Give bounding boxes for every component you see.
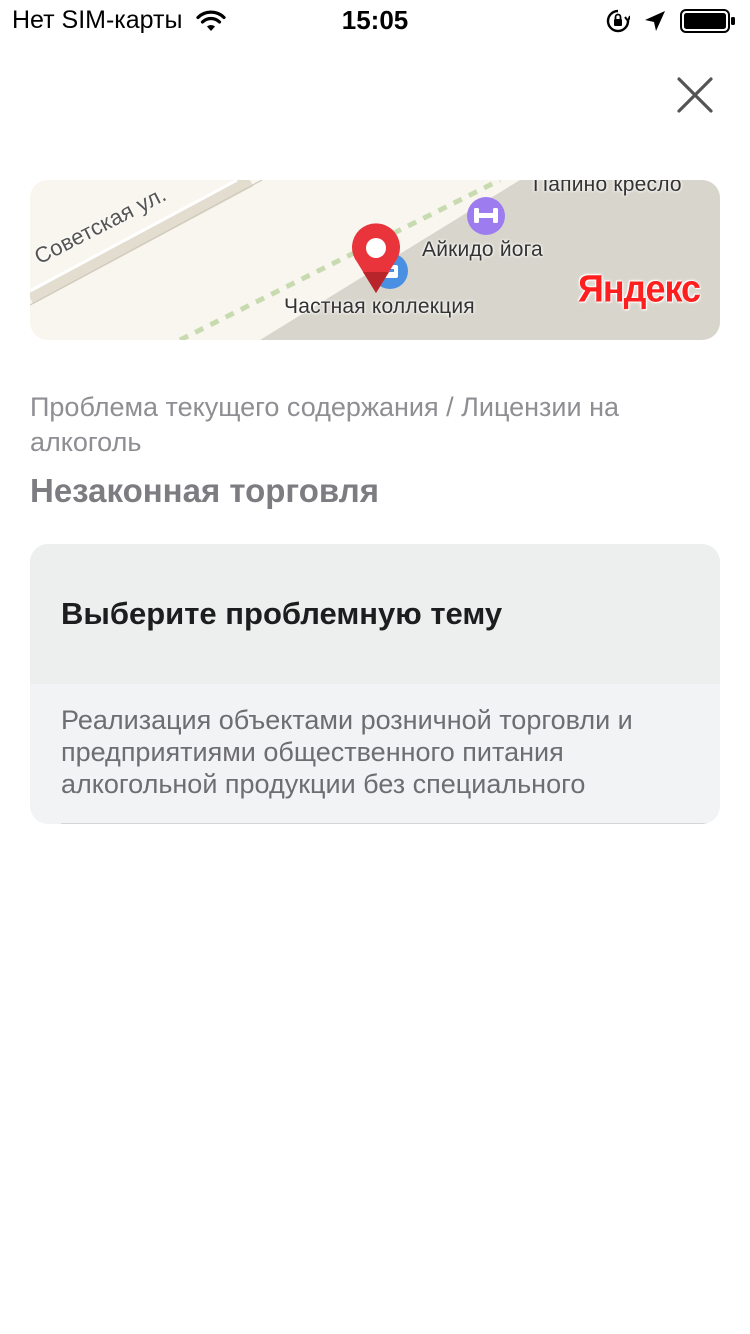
status-bar: Нет SIM-карты 15:05 [0, 0, 750, 40]
page-title: Незаконная торговля [30, 472, 379, 509]
topic-option-label: Реализация объектами розничной торговли … [61, 705, 633, 799]
divider [61, 823, 720, 824]
location-map[interactable]: Советская ул. Папино кресло Айкидо йога … [30, 180, 720, 340]
place-label: Айкидо йога [422, 238, 543, 261]
yandex-logo: Яндекс [578, 266, 701, 310]
place-label: Папино кресло [533, 180, 682, 196]
battery-icon [680, 9, 735, 33]
status-right [592, 8, 736, 34]
orientation-lock-icon [606, 9, 630, 33]
location-arrow-icon [645, 11, 665, 31]
topic-card-title: Выберите проблемную тему [61, 596, 503, 631]
topic-card-header: Выберите проблемную тему [30, 544, 720, 684]
topic-option[interactable]: Реализация объектами розничной торговли … [30, 684, 720, 824]
topic-card: Выберите проблемную тему Реализация объе… [30, 544, 720, 824]
close-icon[interactable] [672, 72, 718, 118]
breadcrumb: Проблема текущего содержания / Лицензии … [30, 392, 620, 457]
place-label: Частная коллекция [284, 295, 475, 318]
